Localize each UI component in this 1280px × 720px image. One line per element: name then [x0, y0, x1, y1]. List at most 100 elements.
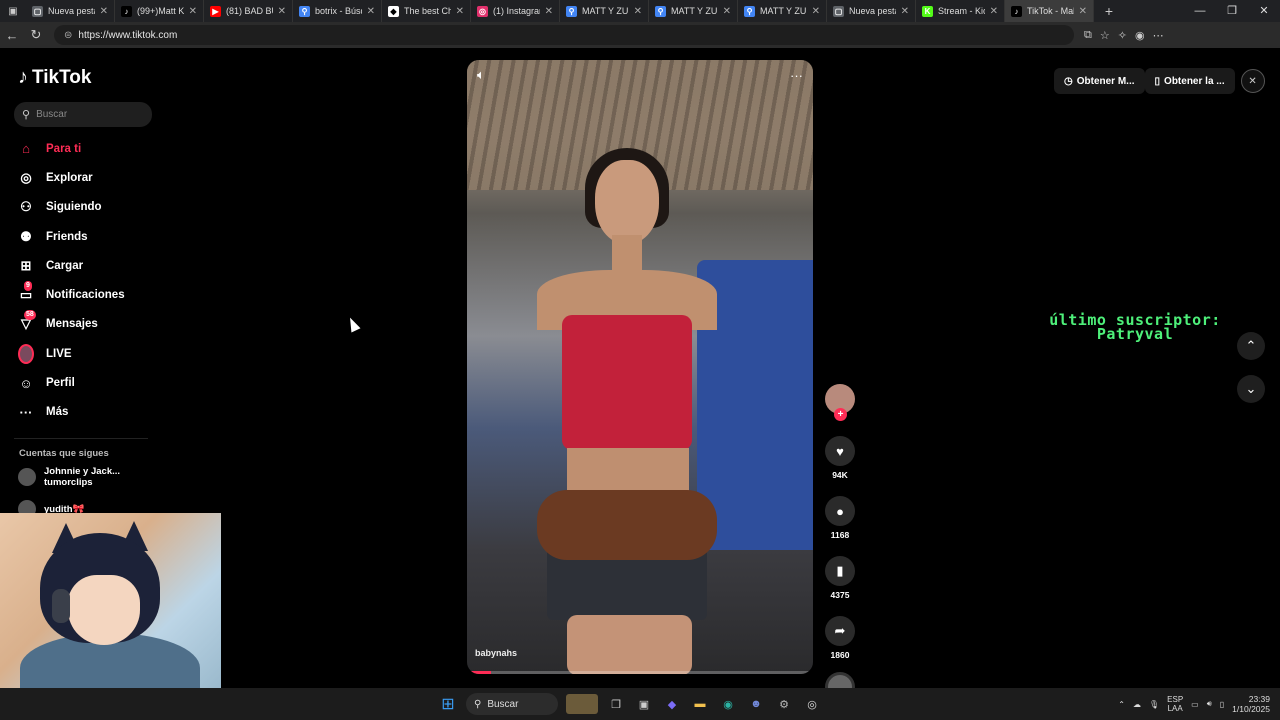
user-avatar[interactable]: ✕: [1240, 69, 1265, 93]
browser-tab[interactable]: ⚲ MATT Y ZULLY ✕: [560, 0, 649, 22]
address-bar[interactable]: ⊜ https://www.tiktok.com: [54, 25, 1074, 45]
close-tab-icon[interactable]: ✕: [901, 6, 909, 17]
store-icon[interactable]: ▣: [634, 694, 654, 714]
video-progress-fill: [467, 671, 492, 674]
tab-favicon-icon: ◆: [388, 5, 399, 17]
file-explorer-icon[interactable]: ▬: [690, 694, 710, 714]
mic-icon[interactable]: 🎙︎: [1149, 700, 1159, 709]
discord-icon[interactable]: ☻: [746, 694, 766, 714]
like-button[interactable]: ♥: [825, 436, 855, 466]
browser-tab[interactable]: ◆ The best Chat ✕: [382, 0, 471, 22]
tab-title: Nueva pestaña: [849, 6, 896, 16]
sidebar-item-more[interactable]: ··· Más: [18, 398, 168, 427]
browser-tab[interactable]: ⚲ MATT Y ZULLY ✕: [738, 0, 827, 22]
browser-tab[interactable]: ◎ (1) Instagram ✕: [471, 0, 560, 22]
sidebar-item-compass[interactable]: ◎ Explorar: [18, 163, 168, 192]
browser-tab[interactable]: K Stream - Kick ✕: [916, 0, 1005, 22]
site-info-icon[interactable]: ⊜: [64, 30, 72, 41]
copilot-icon[interactable]: ◆: [662, 694, 682, 714]
back-icon[interactable]: ←: [0, 28, 24, 43]
search-input[interactable]: ⚲ Buscar: [14, 102, 152, 127]
sidebar-item-label: Mensajes: [46, 318, 98, 331]
close-tab-icon[interactable]: ✕: [990, 6, 998, 17]
previous-video-button[interactable]: ⌃: [1237, 332, 1265, 360]
close-tab-icon[interactable]: ✕: [367, 6, 375, 17]
video-username[interactable]: babynahs: [475, 648, 517, 658]
share-button[interactable]: ➦: [825, 616, 855, 646]
sidebar-item-messages[interactable]: ▽ 58 Mensajes: [18, 310, 168, 339]
messages-icon: ▽ 58: [21, 310, 36, 332]
browser-tab[interactable]: ♪ (99+)Matt Ke ✕: [115, 0, 204, 22]
logo-text: TikTok: [32, 66, 92, 88]
sidebar-item-profile[interactable]: ☺ Perfil: [18, 368, 168, 397]
browser-tab[interactable]: ♪ TikTok - Make ✕: [1005, 0, 1094, 22]
volume-icon[interactable]: 🔊︎: [1207, 699, 1212, 709]
sidebar-item-home[interactable]: ⌂ Para ti: [18, 134, 168, 163]
tray-chevron-icon[interactable]: ⌃: [1118, 700, 1125, 709]
close-window-button[interactable]: ✕: [1248, 0, 1280, 22]
next-video-button[interactable]: ⌄: [1237, 375, 1265, 403]
close-tab-icon[interactable]: ✕: [456, 6, 464, 17]
creator-avatar[interactable]: +: [825, 384, 855, 421]
onedrive-icon[interactable]: ☁: [1133, 700, 1141, 709]
browser-tab[interactable]: ▢ Nueva pestaña ✕: [827, 0, 916, 22]
browser-tab[interactable]: ▶ (81) BAD BUN ✕: [204, 0, 293, 22]
browser-menu-icon[interactable]: ⋯: [1153, 29, 1164, 42]
keyboard-layout: LAA: [1167, 704, 1183, 713]
tab-title: TikTok - Make: [1027, 6, 1074, 16]
reload-icon[interactable]: ↻: [24, 27, 48, 43]
widgets-icon[interactable]: [566, 694, 598, 714]
sidebar-item-following[interactable]: ⚇ Siguiendo: [18, 193, 168, 222]
sidebar-item-live[interactable]: LIVE: [18, 339, 168, 368]
close-tab-icon[interactable]: ✕: [100, 6, 108, 17]
tiktok-logo[interactable]: ♪ TikTok: [18, 66, 91, 89]
webcam-headphones: [52, 589, 70, 623]
extensions-icon[interactable]: ⧉: [1084, 29, 1092, 42]
browser-tab[interactable]: ▢ Nueva pestaña ✕: [26, 0, 115, 22]
network-icon[interactable]: ▭: [1191, 700, 1199, 709]
video-progress-bar[interactable]: [467, 671, 813, 674]
close-tab-icon[interactable]: ✕: [634, 6, 642, 17]
close-tab-icon[interactable]: ✕: [1079, 6, 1087, 17]
tab-title: (81) BAD BUN: [226, 6, 273, 16]
video-scene-top: [562, 315, 692, 450]
browser-tab[interactable]: ⚲ botrix - Búsqu ✕: [293, 0, 382, 22]
close-tab-icon[interactable]: ✕: [723, 6, 731, 17]
save-button[interactable]: ▮: [825, 556, 855, 586]
follow-plus-icon[interactable]: +: [834, 408, 847, 421]
clock[interactable]: 23:39 1/10/2025: [1232, 694, 1270, 714]
profile-icon[interactable]: ◉: [1135, 29, 1145, 42]
new-tab-button[interactable]: +: [1098, 3, 1120, 19]
video-more-icon[interactable]: ···: [790, 68, 803, 83]
steam-icon[interactable]: ⚙: [774, 694, 794, 714]
sidebar-item-friends[interactable]: ⚉ Friends: [18, 222, 168, 251]
minimize-button[interactable]: —: [1184, 0, 1216, 22]
sidebar-item-inbox[interactable]: ▭ 9 Notificaciones: [18, 280, 168, 309]
sidebar-item-upload[interactable]: ⊞ Cargar: [18, 251, 168, 280]
favorite-star-icon[interactable]: ☆: [1100, 29, 1110, 42]
battery-icon[interactable]: ▯: [1220, 700, 1224, 709]
video-player[interactable]: 🔈︎ ··· babynahs: [467, 60, 813, 674]
tab-favicon-icon: ▢: [32, 5, 43, 17]
favorites-icon[interactable]: ✧: [1118, 29, 1127, 42]
restore-button[interactable]: ❐: [1216, 0, 1248, 22]
close-tab-icon[interactable]: ✕: [278, 6, 286, 17]
volume-icon[interactable]: 🔈︎: [477, 67, 485, 83]
obs-icon[interactable]: ◎: [802, 694, 822, 714]
start-button[interactable]: ⊞: [438, 694, 458, 714]
browser-tab-bar: ▣ ▢ Nueva pestaña ✕ ♪ (99+)Matt Ke ✕ ▶ (81) BAD…: [0, 0, 1280, 22]
close-tab-icon[interactable]: ✕: [812, 6, 820, 17]
following-account[interactable]: Johnnie y Jack... tumorclips: [18, 466, 120, 488]
tab-actions-icon[interactable]: ▣: [0, 0, 26, 22]
tab-title: Stream - Kick: [938, 6, 985, 16]
edge-icon[interactable]: ◉: [718, 694, 738, 714]
language-indicator[interactable]: ESP LAA: [1167, 695, 1183, 713]
close-tab-icon[interactable]: ✕: [189, 6, 197, 17]
browser-tab[interactable]: ⚲ MATT Y ZULLY ✕: [649, 0, 738, 22]
task-view-icon[interactable]: ❐: [606, 694, 626, 714]
get-coins-button[interactable]: ◷ Obtener M...: [1054, 68, 1145, 94]
get-app-button[interactable]: ▯ Obtener la ...: [1144, 68, 1235, 94]
taskbar-search[interactable]: ⚲ Buscar: [466, 693, 558, 715]
close-tab-icon[interactable]: ✕: [545, 6, 553, 17]
comment-button[interactable]: ●: [825, 496, 855, 526]
